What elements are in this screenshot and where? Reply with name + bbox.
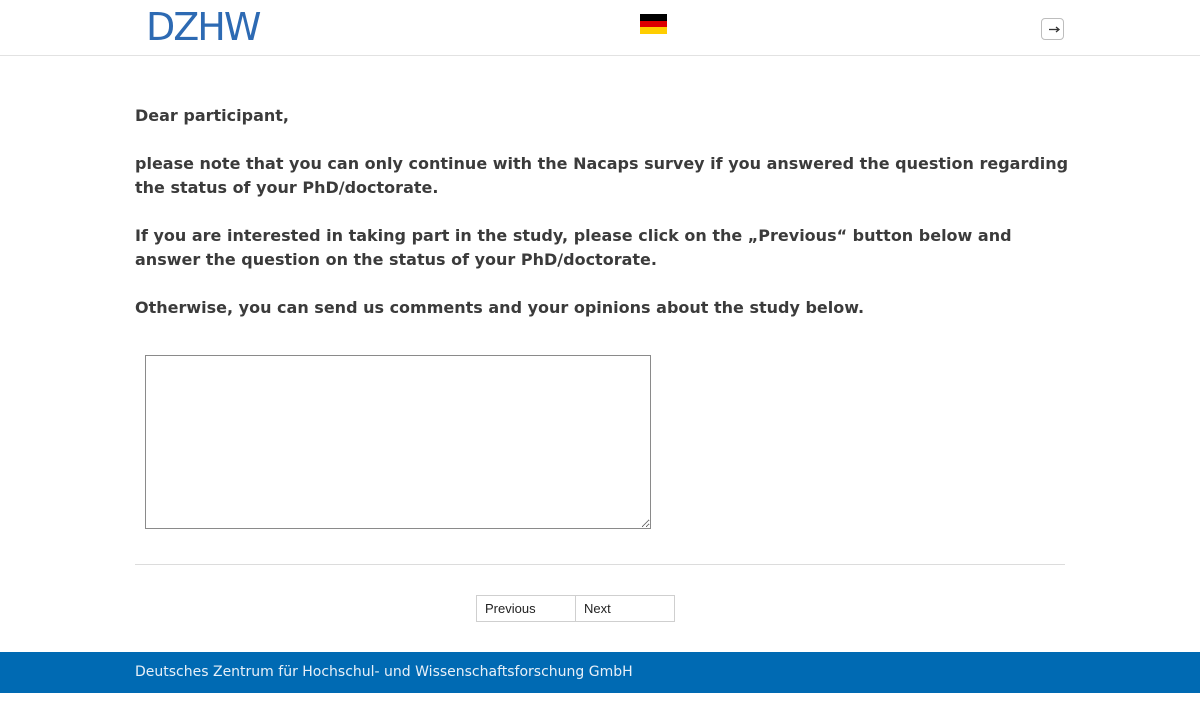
logout-button[interactable] [1041,18,1064,40]
footer-institution-text: Deutsches Zentrum für Hochschul- und Wis… [135,664,633,680]
comments-textarea[interactable] [145,355,651,529]
content-divider [135,564,1065,565]
dzhw-logo-mark: DZHW [146,8,263,44]
comments-instruction-text: Otherwise, you can send us comments and … [135,298,865,317]
flag-stripe-gold [640,27,667,35]
status-notice-text: please note that you can only continue w… [135,154,1069,197]
svg-text:DZHW: DZHW [146,8,261,44]
page-footer: Deutsches Zentrum für Hochschul- und Wis… [0,652,1200,693]
logout-icon [1049,26,1061,33]
flag-stripe-red [640,20,667,28]
dzhw-logo: DZHW [146,6,276,46]
greeting-text: Dear participant, [135,106,289,125]
german-flag-icon[interactable] [640,14,667,35]
flag-stripe-black [640,14,667,21]
main-content: Dear participant, please note that you c… [135,104,1075,344]
page-header: DZHW [0,0,1200,56]
survey-navigation: Previous Next [476,595,675,622]
previous-instruction-text: If you are interested in taking part in … [135,226,1012,269]
next-button[interactable]: Next [575,595,675,622]
previous-button[interactable]: Previous [476,595,576,622]
